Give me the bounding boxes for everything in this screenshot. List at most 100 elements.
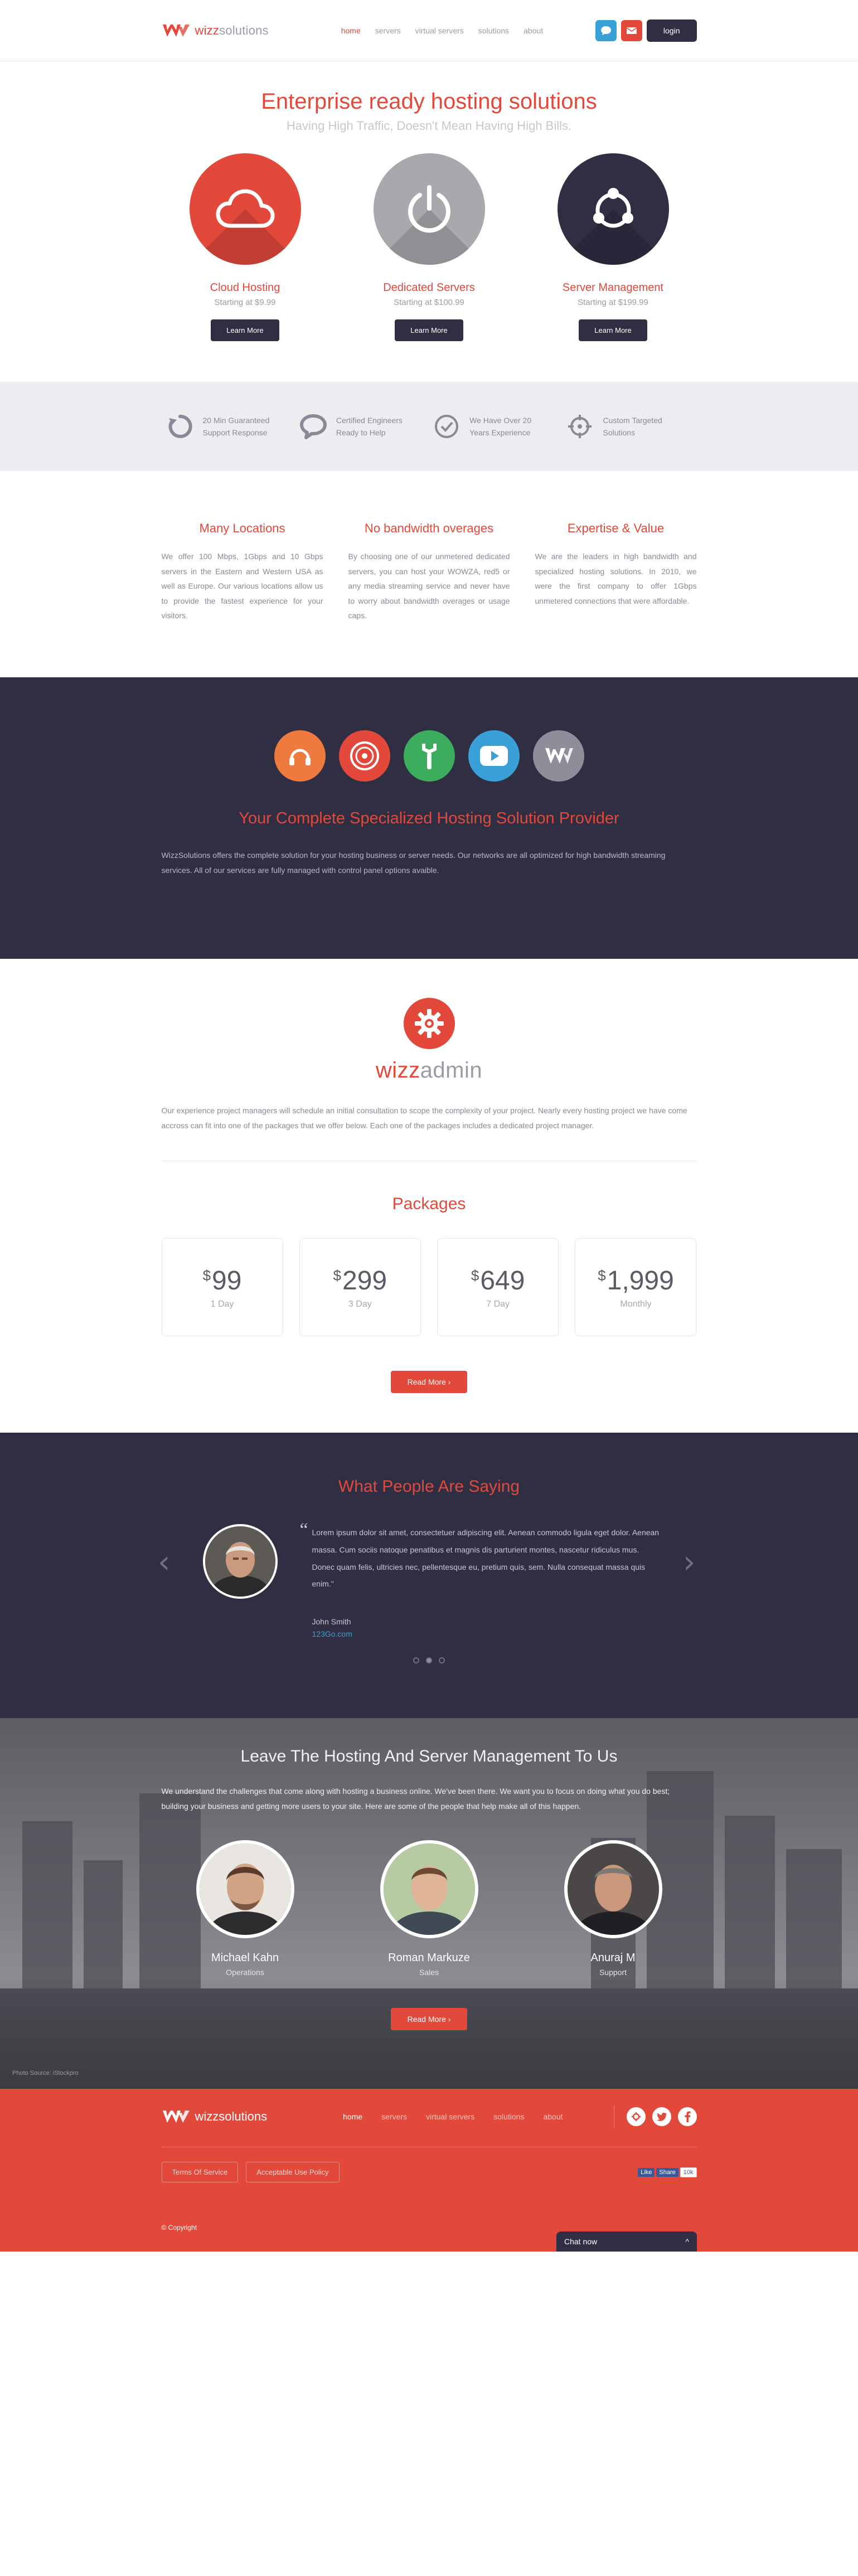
vinyl-icon xyxy=(338,730,390,782)
carousel-dots xyxy=(0,1657,858,1663)
fb-count: 10k xyxy=(680,2167,697,2177)
wrench-icon xyxy=(403,730,455,782)
feature-item: Certified Engineers Ready to Help xyxy=(298,411,426,442)
carousel-dot-active[interactable] xyxy=(426,1657,432,1663)
package-price: $299 xyxy=(333,1265,387,1296)
fb-share-button[interactable]: Share xyxy=(656,2167,678,2177)
feature-line-1: Certified Engineers xyxy=(336,415,403,425)
main-nav: home servers virtual servers solutions a… xyxy=(341,26,543,35)
cloud-icon xyxy=(216,189,274,228)
member-role: Support xyxy=(599,1968,627,1977)
nav-servers[interactable]: servers xyxy=(375,26,401,35)
highlight-title: No bandwidth overages xyxy=(364,521,494,535)
team-member: Michael Kahn Operations xyxy=(162,1840,329,1977)
hero-section: Enterprise ready hosting solutions Havin… xyxy=(0,61,858,382)
avatar xyxy=(196,1840,294,1939)
google-plus-icon[interactable] xyxy=(626,2107,646,2126)
chat-bubble-icon xyxy=(600,26,611,35)
twitter-icon[interactable] xyxy=(652,2107,671,2126)
service-card-dedicated: Dedicated Servers Starting at $100.99 Le… xyxy=(346,153,513,341)
service-price: Starting at $199.99 xyxy=(578,298,648,307)
w-logo-icon xyxy=(162,2111,190,2123)
target-icon xyxy=(565,411,595,442)
chat-bubble-icon xyxy=(298,411,328,442)
nav-about[interactable]: about xyxy=(523,26,543,35)
package-period: 7 Day xyxy=(486,1299,510,1309)
package-card[interactable]: $649 7 Day xyxy=(437,1238,559,1337)
quote-text: Lorem ipsum dolor sit amet, consectetuer… xyxy=(312,1528,660,1589)
footer-logo[interactable]: wizzsolutions xyxy=(162,2108,268,2125)
avatar xyxy=(380,1840,478,1939)
footer-nav-about[interactable]: about xyxy=(543,2112,563,2121)
network-icon xyxy=(593,188,633,228)
carousel-dot[interactable] xyxy=(439,1657,445,1663)
mail-icon xyxy=(626,27,637,34)
logo-text: wizzsolutions xyxy=(195,23,269,37)
headset-icon xyxy=(274,730,326,782)
footer-nav-solutions[interactable]: solutions xyxy=(493,2112,524,2121)
member-role: Sales xyxy=(419,1968,439,1977)
learn-more-button[interactable]: Learn More xyxy=(211,319,279,341)
feature-line-2: Ready to Help xyxy=(336,428,386,437)
carousel-dot[interactable] xyxy=(413,1657,419,1663)
read-more-button[interactable]: Read More › xyxy=(390,2008,468,2031)
package-period: 3 Day xyxy=(348,1299,372,1309)
testimonial-section: What People Are Saying ‹ › “ Lorem ipsum… xyxy=(0,1433,858,1718)
gear-badge xyxy=(403,998,455,1049)
terms-link[interactable]: Terms Of Service xyxy=(161,2162,239,2182)
feature-item: Custom Targeted Solutions xyxy=(565,411,693,442)
fb-like-button[interactable]: Like xyxy=(638,2167,655,2177)
team-section: Leave The Hosting And Server Management … xyxy=(0,1718,858,2089)
site-logo[interactable]: wizzsolutions xyxy=(162,22,269,39)
footer-nav-home[interactable]: home xyxy=(343,2112,362,2121)
packages-title: Packages xyxy=(392,1195,466,1214)
package-period: Monthly xyxy=(620,1299,652,1309)
highlights-section: Many Locations We offer 100 Mbps, 1Gbps … xyxy=(0,471,858,677)
mail-button[interactable] xyxy=(621,20,642,41)
highlight-title: Many Locations xyxy=(199,521,285,535)
chat-button[interactable] xyxy=(595,20,617,41)
avatar xyxy=(564,1840,662,1939)
read-more-button[interactable]: Read More › xyxy=(390,1371,468,1394)
nav-home[interactable]: home xyxy=(341,26,361,35)
power-icon xyxy=(408,185,450,233)
photo-credit: Photo Source: iStockpro xyxy=(12,2070,79,2077)
nav-solutions[interactable]: solutions xyxy=(478,26,509,35)
learn-more-button[interactable]: Learn More xyxy=(395,319,463,341)
footer-nav-virtual-servers[interactable]: virtual servers xyxy=(426,2112,474,2121)
quote-site-link[interactable]: 123Go.com xyxy=(312,1629,663,1638)
provider-title: Your Complete Specialized Hosting Soluti… xyxy=(239,809,619,827)
copyright: © Copyright xyxy=(161,2224,197,2231)
chat-now-widget[interactable]: Chat now ^ xyxy=(556,2231,697,2252)
member-name: Michael Kahn xyxy=(211,1952,279,1964)
highlight-column: Many Locations We offer 100 Mbps, 1Gbps … xyxy=(162,521,323,623)
package-card[interactable]: $299 3 Day xyxy=(299,1238,421,1337)
power-badge xyxy=(373,153,485,265)
chevron-up-icon[interactable]: ^ xyxy=(685,2237,689,2246)
highlight-column: Expertise & Value We are the leaders in … xyxy=(535,521,697,623)
package-card[interactable]: $99 1 Day xyxy=(161,1238,283,1337)
service-title: Dedicated Servers xyxy=(383,282,475,294)
package-period: 1 Day xyxy=(210,1299,234,1309)
acceptable-use-link[interactable]: Acceptable Use Policy xyxy=(246,2162,340,2182)
admin-section: wizzadmin Our experience project manager… xyxy=(0,959,858,1433)
facebook-icon[interactable] xyxy=(677,2107,697,2126)
quote-icon: “ xyxy=(299,1520,308,1540)
member-role: Operations xyxy=(226,1968,264,1977)
learn-more-button[interactable]: Learn More xyxy=(579,319,647,341)
team-member: Roman Markuze Sales xyxy=(346,1840,513,1977)
social-links xyxy=(613,2106,697,2128)
feature-line-2: Solutions xyxy=(603,428,636,437)
gear-icon xyxy=(414,1009,444,1038)
footer-nav-servers[interactable]: servers xyxy=(381,2112,407,2121)
facebook-like-widget: Like Share 10k xyxy=(638,2167,697,2177)
nav-virtual-servers[interactable]: virtual servers xyxy=(415,26,464,35)
highlight-text: We offer 100 Mbps, 1Gbps and 10 Gbps ser… xyxy=(161,552,323,620)
feature-item: We Have Over 20 Years Experience xyxy=(432,411,560,442)
footer-logo-text: wizzsolutions xyxy=(195,2109,268,2123)
feature-item: 20 Min Guaranteed Support Response xyxy=(165,411,293,442)
testimonial-quote: “ Lorem ipsum dolor sit amet, consectetu… xyxy=(300,1520,663,1638)
package-card[interactable]: $1,999 Monthly xyxy=(575,1238,697,1337)
login-button[interactable]: login xyxy=(646,20,697,42)
site-header: wizzsolutions home servers virtual serve… xyxy=(0,0,858,61)
